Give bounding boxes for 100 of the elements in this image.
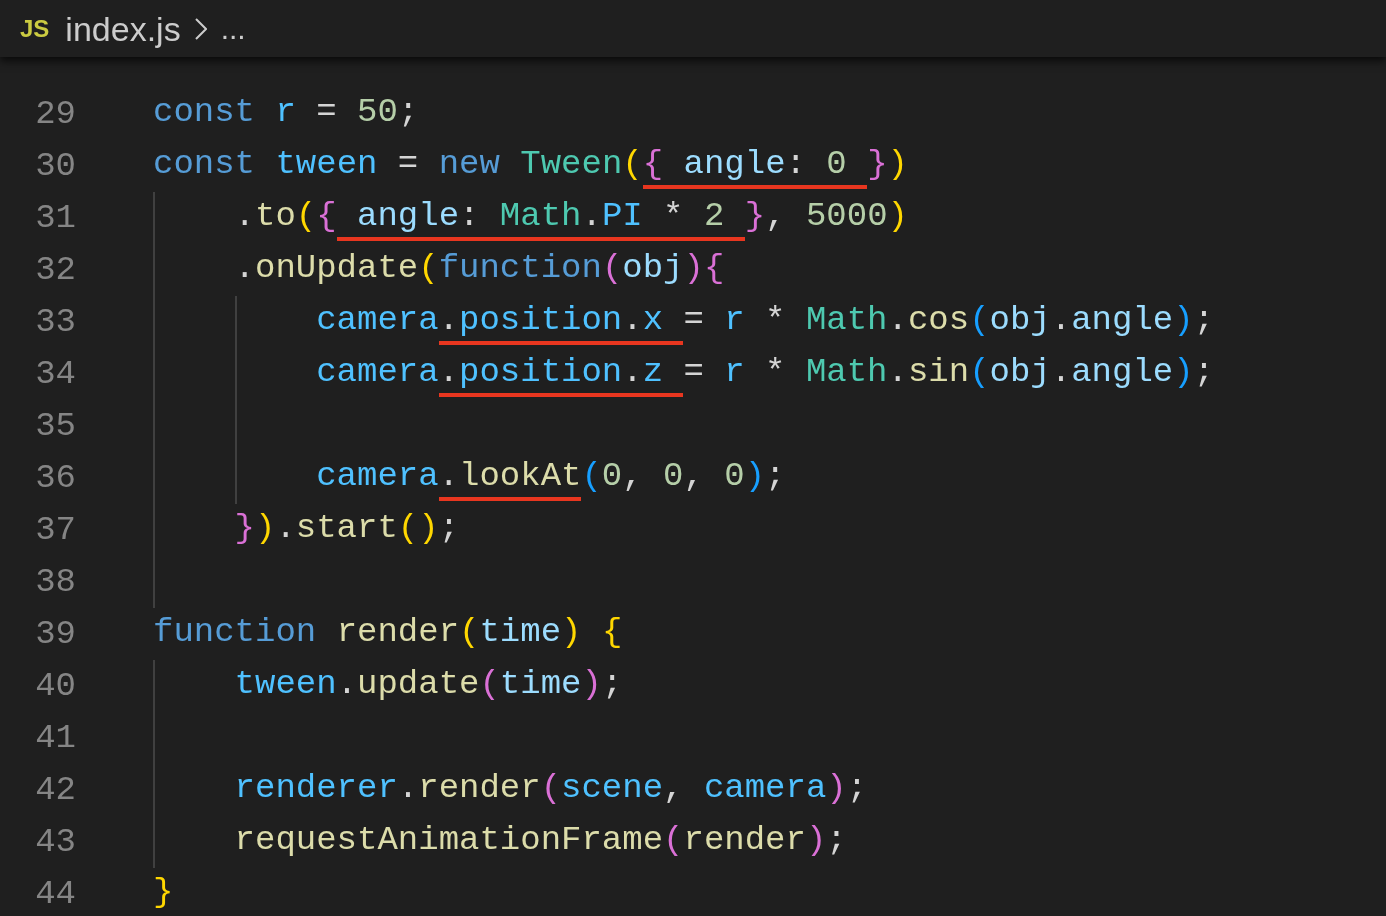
chevron-icon bbox=[194, 17, 207, 40]
code-token: . bbox=[336, 664, 358, 705]
code-token: angle bbox=[1071, 352, 1174, 393]
breadcrumb-more[interactable]: ... bbox=[220, 13, 246, 44]
code-token: update bbox=[357, 664, 480, 705]
code-token: ( bbox=[581, 456, 602, 497]
code-token: const bbox=[153, 92, 256, 133]
line-number: 44 bbox=[34, 874, 76, 915]
code-token: camera bbox=[316, 352, 439, 393]
line-number: 35 bbox=[34, 406, 76, 447]
code-token: start bbox=[295, 508, 398, 549]
code-token: . bbox=[234, 196, 255, 237]
code-token: Tween bbox=[519, 144, 623, 185]
code-token: r bbox=[724, 300, 745, 341]
code-token: ; bbox=[826, 820, 847, 861]
code-token: camera bbox=[316, 456, 439, 497]
line-number: 37 bbox=[34, 510, 76, 551]
code-token: ) bbox=[826, 768, 847, 809]
code-token: ; bbox=[397, 92, 419, 133]
code-token: . bbox=[622, 351, 643, 397]
code-token: . bbox=[1050, 300, 1072, 341]
code-token: ; bbox=[1193, 352, 1215, 393]
code-token: function bbox=[153, 612, 317, 653]
code-token: obj bbox=[989, 352, 1051, 393]
code-token: angle bbox=[663, 143, 786, 189]
code-token: ; bbox=[765, 456, 786, 497]
code-token: time bbox=[499, 664, 582, 705]
line-number: 29 bbox=[34, 94, 76, 135]
code-token: } bbox=[153, 872, 174, 913]
code-token: z bbox=[642, 351, 684, 397]
code-token: ) bbox=[887, 196, 908, 237]
code-token: . bbox=[234, 248, 255, 289]
line-number: 36 bbox=[34, 458, 76, 499]
code-token: ) bbox=[255, 508, 276, 549]
line-number: 33 bbox=[34, 302, 76, 343]
line-number: 34 bbox=[34, 354, 76, 395]
code-token: * bbox=[642, 195, 704, 241]
code-token: ) bbox=[744, 456, 766, 497]
line-number: 43 bbox=[34, 822, 76, 863]
breadcrumb-file[interactable]: index.js bbox=[65, 11, 181, 46]
line-number: 40 bbox=[34, 666, 76, 707]
code-token: cos bbox=[907, 300, 970, 341]
code-token: Math bbox=[805, 300, 888, 341]
code-token: . bbox=[438, 351, 459, 397]
code-token: lookAt bbox=[459, 455, 582, 501]
code-token: , bbox=[683, 456, 705, 497]
code-token: angle bbox=[336, 195, 460, 241]
line-number: 41 bbox=[34, 718, 76, 759]
code-token: 2 bbox=[703, 195, 745, 241]
code-token: ) bbox=[581, 664, 602, 705]
code-token: ; bbox=[1193, 300, 1215, 341]
code-token: , bbox=[622, 456, 644, 497]
code-token: , bbox=[663, 768, 685, 809]
code-token: ( bbox=[540, 768, 562, 809]
code-token: function bbox=[438, 248, 602, 289]
code-token: Math bbox=[499, 195, 582, 241]
code-token: . bbox=[581, 195, 602, 241]
code-token: 0 bbox=[663, 456, 684, 497]
code-token: = bbox=[683, 352, 705, 393]
code-token: . bbox=[275, 508, 296, 549]
code-token: ( bbox=[622, 144, 643, 185]
code-token: = bbox=[315, 92, 338, 133]
line-number: 42 bbox=[34, 770, 76, 811]
code-token: 50 bbox=[357, 92, 398, 133]
code-token: 0 bbox=[601, 456, 623, 497]
code-token: onUpdate bbox=[255, 248, 419, 289]
code-token: render bbox=[335, 612, 460, 653]
code-token: ( bbox=[418, 248, 439, 289]
code-token: . bbox=[397, 768, 419, 809]
code-token: new bbox=[438, 144, 500, 185]
code-token: ; bbox=[846, 768, 868, 809]
code-token: = bbox=[396, 144, 420, 185]
code-token: ) bbox=[887, 144, 908, 185]
code-token: = bbox=[683, 300, 705, 341]
code-token: * bbox=[764, 352, 787, 393]
code-token: . bbox=[1050, 352, 1072, 393]
code-token: renderer bbox=[234, 768, 398, 809]
code-token: ( bbox=[969, 352, 990, 393]
code-token: time bbox=[479, 612, 562, 653]
code-token: angle bbox=[1071, 300, 1174, 341]
code-token: . bbox=[887, 300, 908, 341]
code-token: obj bbox=[622, 248, 684, 289]
line-number: 39 bbox=[34, 614, 76, 655]
line-number: 31 bbox=[34, 198, 76, 239]
code-token: sin bbox=[907, 352, 970, 393]
code-token: tween bbox=[274, 144, 378, 185]
code-token: ( bbox=[397, 508, 419, 549]
code-token: ; bbox=[438, 508, 460, 549]
code-token: ( bbox=[663, 820, 684, 861]
code-token: tween bbox=[234, 664, 337, 705]
code-token: } bbox=[744, 196, 766, 237]
code-token: . bbox=[622, 299, 643, 345]
code-token: . bbox=[438, 455, 459, 501]
line-number: 30 bbox=[34, 146, 76, 187]
code-token: ) bbox=[805, 820, 827, 861]
code-token: } bbox=[867, 144, 888, 185]
code-token: ) bbox=[683, 248, 704, 289]
code-token: 0 bbox=[724, 456, 745, 497]
code-token: r bbox=[724, 352, 745, 393]
code-token: { bbox=[703, 248, 725, 289]
